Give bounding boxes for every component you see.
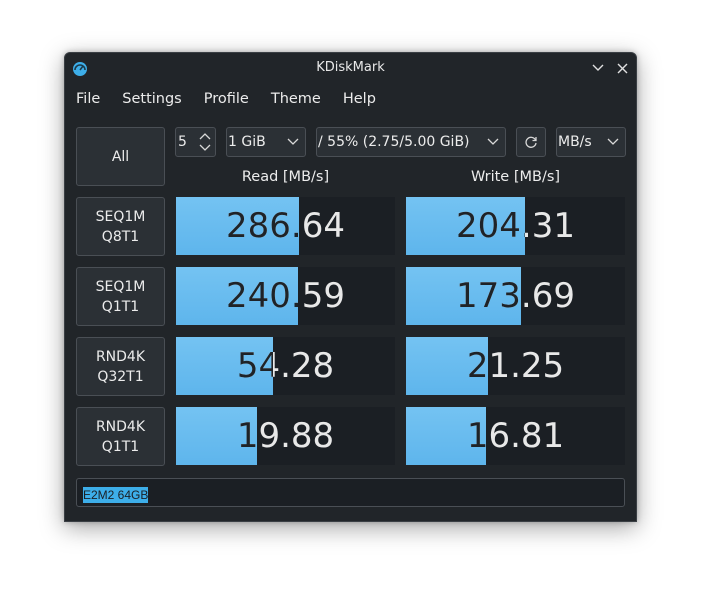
read-result-rnd4k-q1t1: 19.8819.88 bbox=[176, 407, 395, 465]
all-button[interactable]: All bbox=[76, 127, 165, 186]
menu-settings[interactable]: Settings bbox=[111, 88, 192, 110]
write-value-dark: 16.81 bbox=[466, 416, 486, 456]
all-button-label: All bbox=[111, 148, 130, 165]
chevron-down-icon bbox=[607, 138, 619, 145]
write-value-dark: 21.25 bbox=[466, 346, 489, 386]
read-value-dark: 19.88 bbox=[236, 416, 258, 456]
read-value-overlay: 240.59 bbox=[176, 267, 298, 325]
refresh-icon bbox=[525, 136, 537, 148]
menu-profile[interactable]: Profile bbox=[193, 88, 260, 110]
test-label-line1: SEQ1M bbox=[95, 278, 146, 295]
chevron-down-icon bbox=[287, 138, 299, 145]
write-value-dark: 204.31 bbox=[456, 206, 525, 246]
read-header: Read [MB/s] bbox=[241, 169, 330, 185]
write-result-rnd4k-q32t1: 21.2521.25 bbox=[406, 337, 625, 395]
chevron-down-icon[interactable] bbox=[198, 142, 212, 154]
kdiskmark-window: KDiskMark File Settings Profile Theme He… bbox=[64, 52, 637, 522]
read-result-seq1m-q1t1: 240.59240.59 bbox=[176, 267, 395, 325]
close-icon bbox=[617, 63, 627, 73]
unit-value: MB/s bbox=[558, 134, 592, 150]
loops-spinbox[interactable]: 5 bbox=[175, 127, 216, 157]
test-label-line2: Q8T1 bbox=[101, 228, 140, 245]
read-result-rnd4k-q32t1: 54.2854.28 bbox=[176, 337, 395, 395]
drive-value: / 55% (2.75/5.00 GiB) bbox=[318, 134, 470, 150]
write-value-overlay: 204.31 bbox=[406, 197, 525, 255]
comment-text: E2M2 64GB bbox=[83, 487, 149, 503]
read-value-overlay: 54.28 bbox=[176, 337, 274, 395]
size-value: 1 GiB bbox=[228, 134, 266, 150]
loops-value: 5 bbox=[178, 134, 187, 150]
read-value-overlay: 19.88 bbox=[176, 407, 257, 465]
read-value-overlay: 286.64 bbox=[176, 197, 299, 255]
menu-help[interactable]: Help bbox=[332, 88, 387, 110]
write-header: Write [MB/s] bbox=[470, 169, 561, 185]
comment-field[interactable]: E2M2 64GB bbox=[76, 478, 625, 507]
read-value-dark: 240.59 bbox=[226, 276, 298, 316]
chevron-down-icon bbox=[487, 138, 499, 145]
test-button-seq1m-q8t1[interactable]: SEQ1M Q8T1 bbox=[76, 197, 165, 256]
chevron-down-icon bbox=[592, 64, 604, 71]
write-result-seq1m-q1t1: 173.69173.69 bbox=[406, 267, 625, 325]
read-result-seq1m-q8t1: 286.64286.64 bbox=[176, 197, 395, 255]
test-label-line1: RND4K bbox=[95, 418, 146, 435]
write-value-overlay: 16.81 bbox=[406, 407, 486, 465]
menu-file[interactable]: File bbox=[65, 88, 111, 110]
test-label-line1: RND4K bbox=[95, 348, 146, 365]
menu-bar: File Settings Profile Theme Help bbox=[65, 88, 387, 110]
drive-select[interactable]: / 55% (2.75/5.00 GiB) bbox=[316, 127, 506, 157]
test-button-rnd4k-q1t1[interactable]: RND4K Q1T1 bbox=[76, 407, 165, 466]
write-result-rnd4k-q1t1: 16.8116.81 bbox=[406, 407, 625, 465]
unit-select[interactable]: MB/s bbox=[556, 127, 626, 157]
test-label-line2: Q32T1 bbox=[97, 368, 144, 385]
test-label-line2: Q1T1 bbox=[101, 438, 140, 455]
read-value-dark: 54.28 bbox=[236, 346, 274, 386]
write-value-overlay: 21.25 bbox=[406, 337, 488, 395]
test-label-line1: SEQ1M bbox=[95, 208, 146, 225]
test-label-line2: Q1T1 bbox=[101, 298, 140, 315]
test-button-seq1m-q1t1[interactable]: SEQ1M Q1T1 bbox=[76, 267, 165, 326]
write-value-dark: 173.69 bbox=[456, 276, 521, 316]
chevron-up-icon[interactable] bbox=[198, 130, 212, 142]
size-select[interactable]: 1 GiB bbox=[226, 127, 306, 157]
close-button[interactable] bbox=[613, 59, 631, 77]
read-value-dark: 286.64 bbox=[226, 206, 299, 246]
refresh-button[interactable] bbox=[516, 127, 546, 157]
write-result-seq1m-q8t1: 204.31204.31 bbox=[406, 197, 625, 255]
menu-theme[interactable]: Theme bbox=[260, 88, 332, 110]
test-button-rnd4k-q32t1[interactable]: RND4K Q32T1 bbox=[76, 337, 165, 396]
window-title: KDiskMark bbox=[316, 60, 385, 75]
title-bar: KDiskMark bbox=[65, 53, 636, 83]
minimize-button[interactable] bbox=[589, 59, 607, 77]
write-value-overlay: 173.69 bbox=[406, 267, 521, 325]
